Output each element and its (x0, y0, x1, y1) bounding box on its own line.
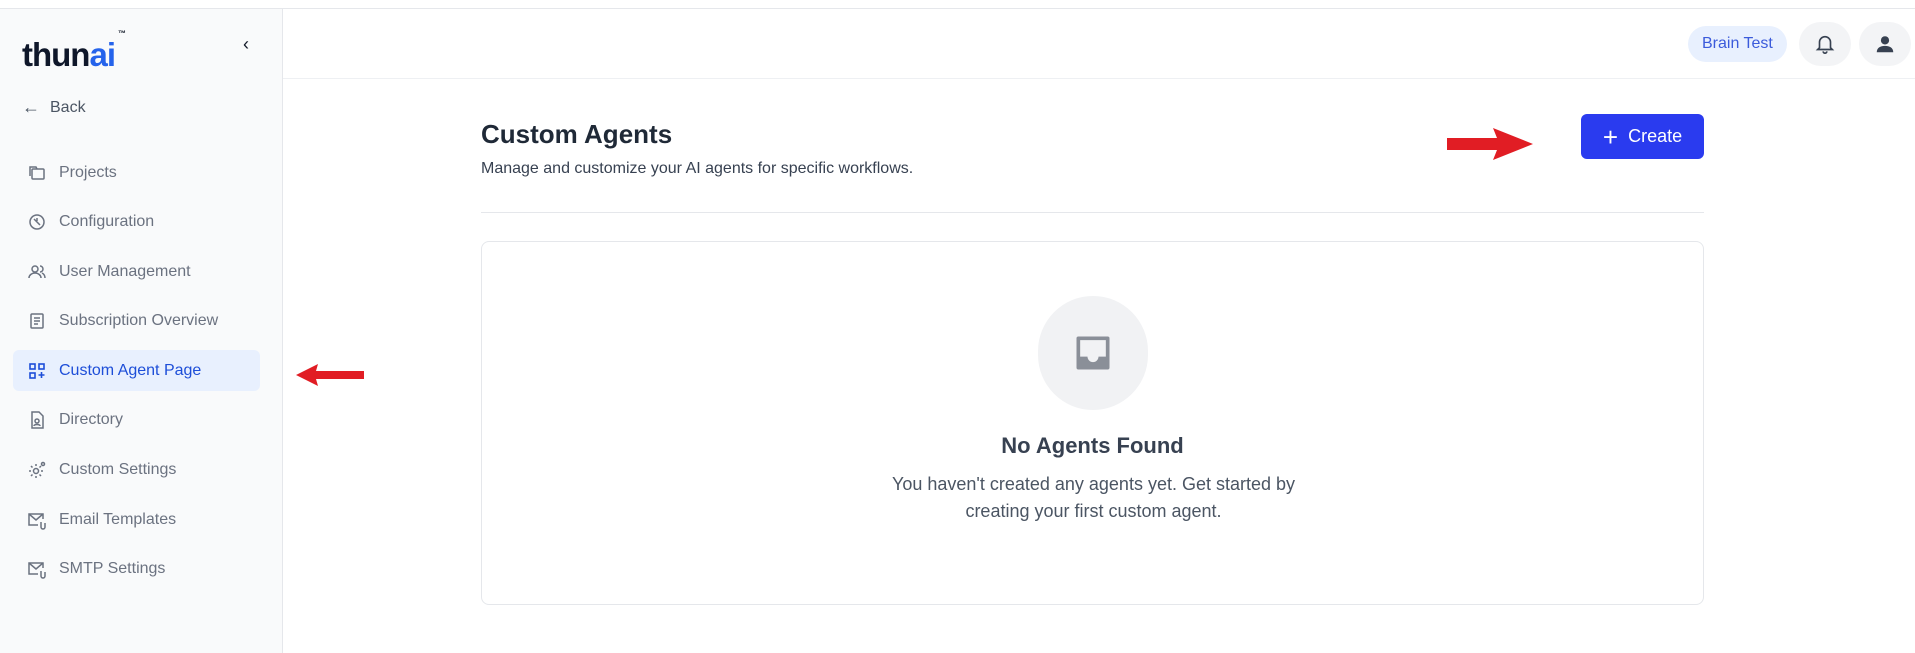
users-icon (28, 264, 46, 278)
sidebar-item-custom-agent-page[interactable]: Custom Agent Page (13, 350, 260, 392)
sidebar-item-configuration[interactable]: Configuration (13, 202, 260, 243)
window-top-edge (0, 0, 1915, 9)
inbox-icon (1076, 336, 1110, 370)
sidebar-item-label: Directory (59, 411, 124, 429)
header-divider (481, 212, 1704, 213)
sidebar-item-directory[interactable]: Directory (13, 400, 260, 441)
configuration-icon (29, 214, 45, 230)
sidebar-item-label: Custom Agent Page (59, 361, 202, 379)
brand-logo: thunai ™ (22, 29, 126, 73)
bell-icon (1815, 35, 1835, 54)
page-title: Custom Agents (481, 119, 673, 149)
collapse-sidebar-button[interactable]: ‹ (236, 34, 256, 54)
folders-icon (29, 165, 45, 180)
sidebar-item-label: Subscription Overview (59, 312, 219, 330)
notifications-button[interactable] (1799, 22, 1851, 66)
page-subtitle: Manage and customize your AI agents for … (481, 160, 914, 177)
workspace-name: Brain Test (1702, 35, 1773, 52)
annotation-arrow-left (296, 364, 364, 386)
mail-attachment-icon (28, 512, 46, 530)
sidebar-item-label: Configuration (59, 213, 155, 231)
empty-state-description: You haven't created any agents yet. Get … (891, 474, 1296, 521)
sidebar-nav: Projects Configuration User Management S… (13, 152, 260, 598)
empty-state-card: No Agents Found You haven't created any … (481, 241, 1704, 605)
settings-gear-icon (29, 461, 46, 479)
plus-icon: + (1602, 121, 1619, 152)
sidebar-item-user-management[interactable]: User Management (13, 251, 260, 292)
workspace-badge[interactable]: Brain Test (1688, 26, 1787, 62)
sidebar-item-email-templates[interactable]: Email Templates (13, 499, 260, 540)
sidebar: thunai ™ ‹ ← Back Projects Configuration… (0, 9, 283, 653)
user-avatar-icon (1876, 36, 1894, 53)
sidebar-item-label: Custom Settings (59, 461, 177, 479)
sidebar-item-projects[interactable]: Projects (13, 152, 260, 193)
arrow-left-icon: ← (22, 97, 40, 117)
empty-state-title: No Agents Found (1001, 433, 1184, 458)
profile-button[interactable] (1859, 22, 1911, 66)
top-header: Brain Test (283, 9, 1915, 79)
sidebar-item-smtp-settings[interactable]: SMTP Settings (13, 549, 260, 590)
sidebar-item-label: Projects (59, 163, 117, 181)
empty-state-icon-circle (1038, 296, 1148, 410)
annotation-arrow-right (1447, 128, 1533, 160)
sidebar-item-label: SMTP Settings (59, 560, 166, 578)
create-agent-button[interactable]: + Create (1581, 114, 1704, 159)
grid-add-icon (29, 363, 45, 379)
sidebar-item-label: User Management (59, 262, 191, 280)
sidebar-item-custom-settings[interactable]: Custom Settings (13, 450, 260, 491)
receipt-icon (30, 313, 44, 330)
sidebar-item-subscription-overview[interactable]: Subscription Overview (13, 301, 260, 342)
back-link[interactable]: ← Back (22, 97, 86, 118)
chevron-left-icon: ‹ (243, 33, 249, 54)
back-label: Back (50, 98, 86, 116)
sidebar-item-label: Email Templates (59, 510, 177, 528)
create-button-label: Create (1628, 126, 1683, 146)
mail-attachment-icon (28, 562, 46, 579)
directory-icon (31, 411, 44, 430)
